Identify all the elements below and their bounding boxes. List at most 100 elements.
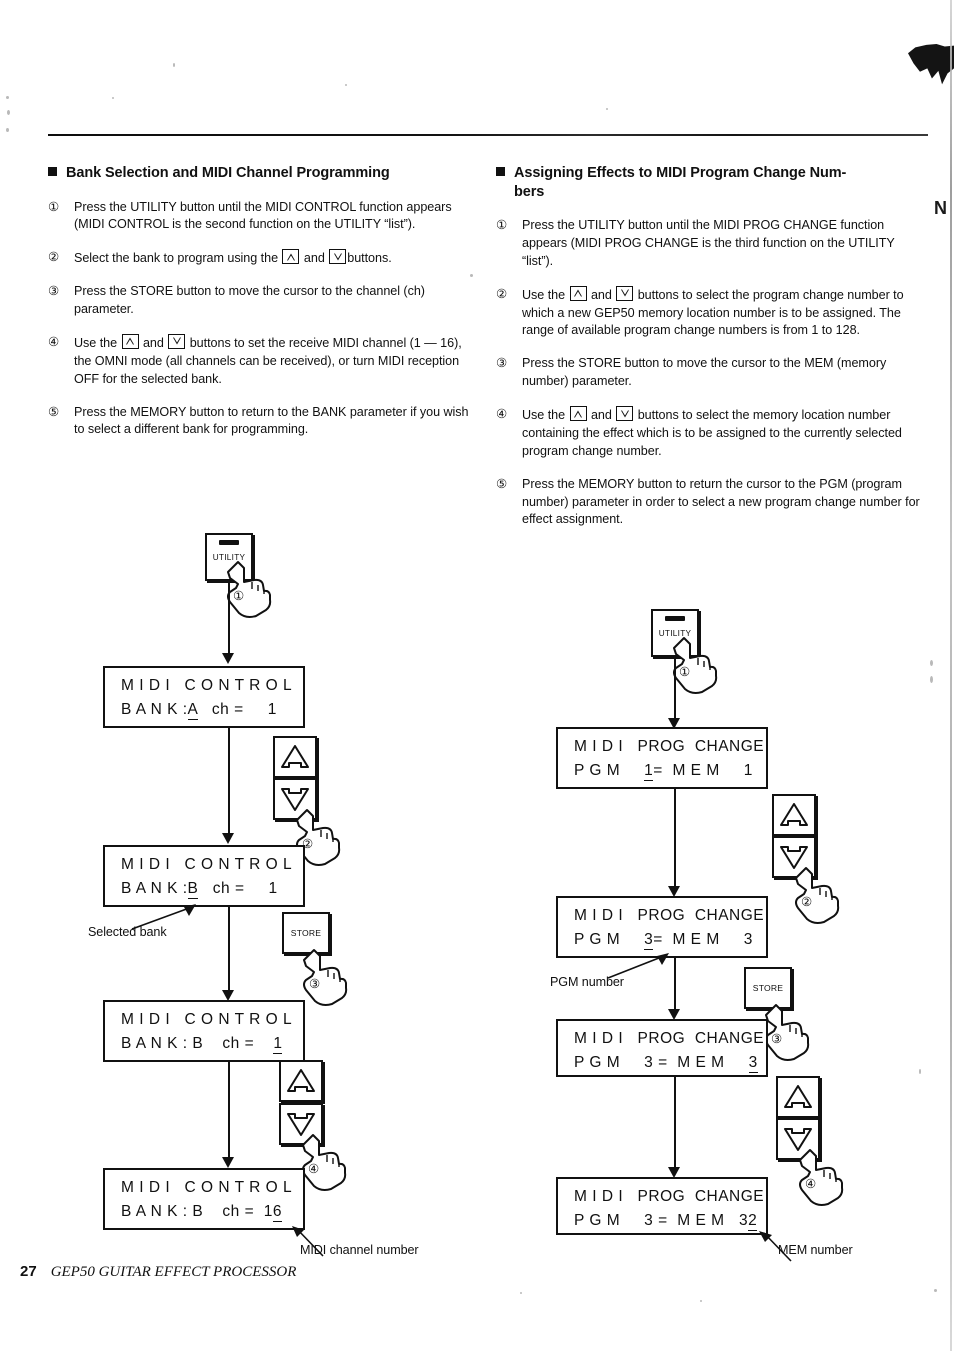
lcd-line-2: B A N K : B ch = 16 <box>121 1203 282 1222</box>
flow-arrowhead <box>222 1157 234 1168</box>
step-number: ③ <box>496 356 508 371</box>
step-item: ② Use the and buttons to select the progr… <box>496 285 928 341</box>
scan-speck <box>930 676 933 683</box>
section-heading-continuation: bers <box>514 183 545 200</box>
lcd-screen-r2: M I D I PROG CHANGE P G M 3= M E M 3 <box>556 896 768 958</box>
pointing-hand-icon-4: ④ <box>299 1131 355 1193</box>
lcd-line-1: M I D I C O N T R O L <box>121 856 293 873</box>
triangle-down-icon <box>329 249 347 265</box>
flow-arrowhead <box>222 833 234 844</box>
lcd-line-2: P G M 3 = M E M 32 <box>574 1212 758 1231</box>
step-number-4: ④ <box>805 1177 817 1191</box>
page-footer: 27 GEP50 GUITAR EFFECT PROCESSOR <box>20 1263 296 1281</box>
footer-title: GEP50 GUITAR EFFECT PROCESSOR <box>50 1264 297 1280</box>
square-bullet-icon <box>496 167 505 176</box>
step-number: ② <box>496 286 508 301</box>
flow-connector <box>228 728 230 838</box>
lcd-line-1: M I D I C O N T R O L <box>121 677 293 694</box>
lcd-cursor-value: 1 <box>644 762 654 781</box>
step-number: ③ <box>48 284 60 299</box>
scan-speck <box>7 110 10 115</box>
lcd-cursor-value: B <box>187 880 199 899</box>
up-button-left-1[interactable] <box>273 736 317 778</box>
lcd-line-1: M I D I PROG CHANGE <box>574 907 765 924</box>
triangle-down-icon <box>616 406 634 422</box>
scan-artifact-blob <box>908 44 954 85</box>
scan-speck <box>700 1300 702 1302</box>
lcd-cursor-value: 3 <box>644 931 654 950</box>
lcd-line-2: B A N K :B ch = 1 <box>121 880 278 899</box>
flow-connector <box>674 789 676 891</box>
lcd-line-2: B A N K :A ch = 1 <box>121 701 277 720</box>
up-button-left-2[interactable] <box>279 1060 323 1102</box>
scan-speck <box>345 84 347 86</box>
pointing-hand-icon-r4: ④ <box>796 1146 852 1208</box>
step-item: ① Press the UTILITY button until the MIDI… <box>48 199 472 235</box>
triangle-up-icon <box>281 745 309 768</box>
annotation-mem-number: MEM number <box>778 1243 853 1257</box>
flow-connector <box>674 1077 676 1172</box>
column-right: Assigning Effects to MIDI Program Change… <box>496 164 928 544</box>
page-edge-shadow <box>950 0 952 1351</box>
lcd-line-2: P G M 3= M E M 3 <box>574 931 753 950</box>
annotation-midi-channel-number: MIDI channel number <box>300 1243 419 1257</box>
led-indicator-icon <box>219 540 239 545</box>
lcd-line-2: P G M 1= M E M 1 <box>574 762 753 781</box>
step-text: Press the STORE button to move the curso… <box>522 356 887 389</box>
square-bullet-icon <box>48 167 57 176</box>
section-heading-text: Assigning Effects to MIDI Program Change… <box>514 165 847 181</box>
lcd-line-1: M I D I PROG CHANGE <box>574 1030 765 1047</box>
scan-speck <box>520 1292 522 1294</box>
step-number-3: ③ <box>309 977 321 991</box>
step-number-1: ① <box>679 665 691 679</box>
triangle-down-icon <box>168 333 186 349</box>
scan-speck <box>934 1289 937 1292</box>
flow-connector <box>674 657 676 721</box>
pointing-hand-icon-r2: ② <box>792 864 848 926</box>
step-number-3: ③ <box>771 1032 783 1046</box>
triangle-up-icon <box>282 249 300 265</box>
flow-connector <box>228 581 230 657</box>
scan-speck <box>6 128 9 132</box>
step-number: ⑤ <box>48 404 60 419</box>
step-text: and <box>587 287 616 302</box>
lcd-cursor-value: 1 <box>273 1035 283 1054</box>
scan-speck <box>173 63 175 67</box>
step-text: Press the UTILITY button until the MIDI … <box>522 218 895 268</box>
lcd-line-1: M I D I C O N T R O L <box>121 1179 293 1196</box>
column-left: Bank Selection and MIDI Channel Programm… <box>48 164 472 454</box>
triangle-down-icon <box>616 285 634 301</box>
steps-list-assigning-effects: ① Press the UTILITY button until the MIDI… <box>496 217 928 529</box>
flow-arrowhead <box>222 653 234 664</box>
step-text: and <box>139 335 168 350</box>
store-button-label: STORE <box>752 983 784 993</box>
lcd-screen-1: M I D I C O N T R O L B A N K :A ch = 1 <box>103 666 305 728</box>
step-item: ④ Use the and buttons to set the receive … <box>48 333 472 389</box>
pointing-hand-icon-r1: ① <box>670 634 726 696</box>
lcd-screen-4: M I D I C O N T R O L B A N K : B ch = 1… <box>103 1168 305 1230</box>
step-number: ② <box>48 250 60 265</box>
step-number-4: ④ <box>308 1162 320 1176</box>
step-item: ③ Press the STORE button to move the curs… <box>48 283 472 319</box>
step-text: Use the <box>74 335 121 350</box>
lcd-line-1: M I D I PROG CHANGE <box>574 1188 765 1205</box>
step-item: ⑤ Press the MEMORY button to return to th… <box>48 404 472 440</box>
step-text: and <box>587 408 616 423</box>
section-heading-bank-selection: Bank Selection and MIDI Channel Programm… <box>48 164 472 183</box>
step-text: Use the <box>522 287 569 302</box>
lcd-line-2: B A N K : B ch = 1 <box>121 1035 283 1054</box>
lcd-line-1: M I D I C O N T R O L <box>121 1011 293 1028</box>
step-number: ④ <box>496 407 508 422</box>
up-button-right-2[interactable] <box>776 1076 820 1118</box>
scan-speck <box>6 96 9 99</box>
step-text: Use the <box>522 408 569 423</box>
lcd-cursor-value: 6 <box>272 1203 282 1222</box>
lcd-screen-3: M I D I C O N T R O L B A N K : B ch = 1 <box>103 1000 305 1062</box>
triangle-up-icon <box>784 1085 812 1108</box>
step-item: ③ Press the STORE button to move the curs… <box>496 355 928 391</box>
pointing-hand-icon-r3: ③ <box>762 1001 818 1063</box>
lcd-cursor-value: 2 <box>748 1212 758 1231</box>
scan-speck <box>919 1069 921 1074</box>
up-button-right-1[interactable] <box>772 794 816 836</box>
step-text: Select the bank to program using the <box>74 251 282 266</box>
